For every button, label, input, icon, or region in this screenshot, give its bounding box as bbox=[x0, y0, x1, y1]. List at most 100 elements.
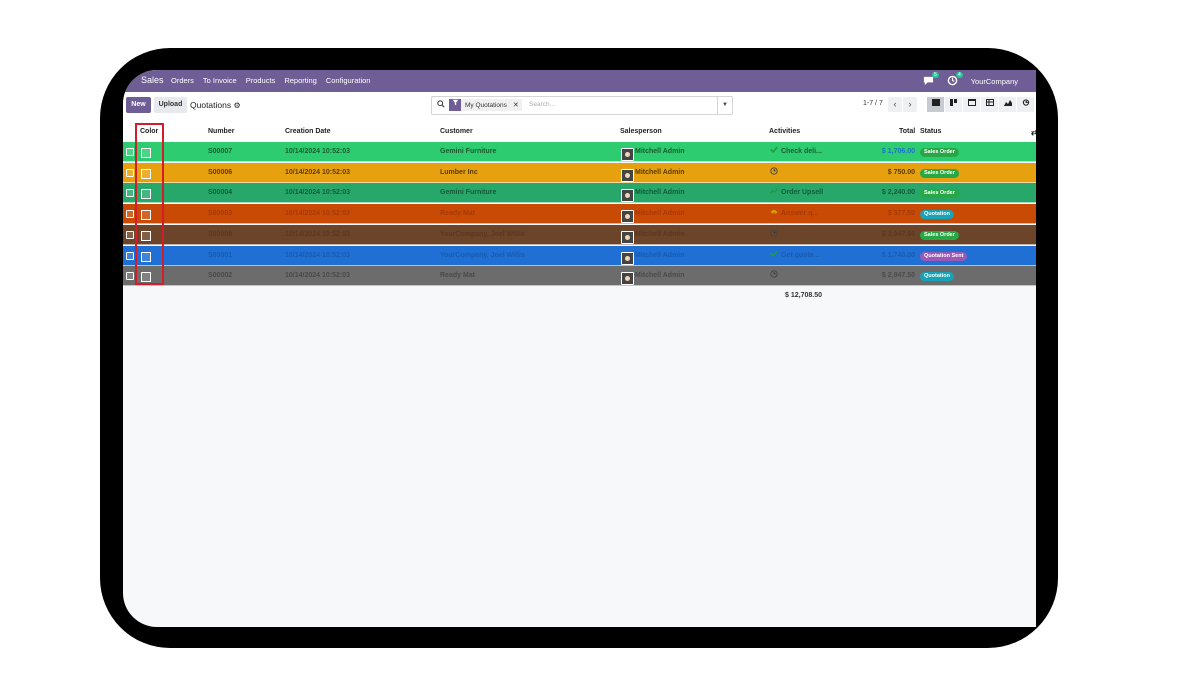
calendar-view-icon[interactable] bbox=[963, 97, 980, 112]
systray: 5 4 YourCompany bbox=[923, 72, 1018, 87]
row-checkbox[interactable] bbox=[126, 189, 134, 198]
messages-badge: 5 bbox=[931, 72, 939, 78]
creation-date: 10/14/2024 10:52:03 bbox=[285, 230, 350, 238]
customer-name: Ready Mat bbox=[440, 272, 476, 280]
creation-date: 10/14/2024 10:52:03 bbox=[285, 148, 350, 155]
row-checkbox[interactable] bbox=[126, 230, 134, 239]
company-switcher[interactable]: YourCompany bbox=[971, 77, 1018, 86]
optional-columns-icon[interactable]: ⇄ bbox=[1031, 128, 1036, 137]
check-icon[interactable] bbox=[770, 146, 778, 155]
table-row[interactable]: S00008 10/14/2024 10:52:03 YourCompany, Jo… bbox=[123, 224, 1036, 245]
customer-name: YourCompany, Joel Willis bbox=[440, 251, 525, 259]
row-checkbox[interactable] bbox=[126, 251, 134, 260]
main-menu: Orders To Invoice Products Reporting Con… bbox=[171, 76, 370, 85]
column-salesperson[interactable]: Salesperson bbox=[620, 128, 662, 135]
column-customer[interactable]: Customer bbox=[440, 128, 473, 135]
pager-previous-button[interactable]: ‹ bbox=[888, 97, 902, 112]
table-header: Color Number Creation Date Customer Sale… bbox=[123, 122, 1036, 142]
status-badge: Quotation Sent bbox=[920, 251, 968, 261]
order-total: $ 1,706.00 bbox=[881, 148, 915, 155]
order-number: S00007 bbox=[208, 148, 233, 155]
row-checkbox[interactable] bbox=[126, 148, 134, 156]
menu-products[interactable]: Products bbox=[246, 76, 276, 85]
table-row[interactable]: S00006 10/14/2024 10:52:03 Lumber Inc Mitch… bbox=[123, 162, 1036, 183]
status-badge: Sales Order bbox=[920, 189, 959, 199]
upload-button[interactable]: Upload bbox=[154, 97, 187, 113]
clock-icon[interactable] bbox=[770, 270, 778, 280]
sum-total: $ 12,708.50 bbox=[785, 292, 822, 299]
customer-name: Ready Mat bbox=[440, 210, 476, 218]
filter-icon bbox=[449, 99, 461, 111]
pager-next-button[interactable]: › bbox=[903, 97, 917, 112]
avatar[interactable] bbox=[621, 168, 634, 182]
creation-date: 10/14/2024 10:52:03 bbox=[285, 168, 350, 176]
order-total: $ 2,240.00 bbox=[881, 189, 915, 197]
activity-view-icon[interactable] bbox=[1017, 97, 1034, 112]
avatar[interactable] bbox=[621, 251, 634, 265]
messages-icon[interactable]: 5 bbox=[923, 72, 939, 87]
order-number: S00001 bbox=[208, 251, 233, 259]
page-title: Quotations bbox=[190, 100, 232, 110]
table-row[interactable]: S00001 10/14/2024 10:52:03 YourCompany, Jo… bbox=[123, 245, 1036, 266]
kanban-view-icon[interactable] bbox=[945, 97, 962, 112]
activities-icon[interactable]: 4 bbox=[947, 72, 963, 87]
status-badge: Sales Order bbox=[920, 230, 959, 240]
table-row[interactable]: S00007 10/14/2024 10:52:03 Gemini Furnitur… bbox=[123, 142, 1036, 162]
creation-date: 10/14/2024 10:52:03 bbox=[285, 272, 350, 280]
customer-name: Lumber Inc bbox=[440, 168, 478, 176]
creation-date: 10/14/2024 10:52:03 bbox=[285, 210, 350, 218]
avatar[interactable] bbox=[621, 210, 634, 224]
order-number: S00002 bbox=[208, 272, 233, 280]
clock-icon[interactable] bbox=[770, 229, 778, 239]
menu-configuration[interactable]: Configuration bbox=[326, 76, 371, 85]
menu-to-invoice[interactable]: To Invoice bbox=[203, 76, 237, 85]
salesperson-name: Mitchell Admin bbox=[635, 148, 685, 155]
table-row[interactable]: S00004 10/14/2024 10:52:03 Gemini Furnitur… bbox=[123, 183, 1036, 204]
salesperson-name: Mitchell Admin bbox=[635, 230, 685, 238]
table-row[interactable]: S00003 10/14/2024 10:52:03 Ready Mat Mitche… bbox=[123, 204, 1036, 225]
list-view-icon[interactable] bbox=[927, 97, 944, 112]
graph-view-icon[interactable] bbox=[999, 97, 1016, 112]
row-checkbox[interactable] bbox=[126, 210, 134, 219]
order-number: S00003 bbox=[208, 210, 233, 218]
top-navbar: Sales Orders To Invoice Products Reporti… bbox=[123, 70, 1036, 92]
search-input[interactable]: Search... bbox=[529, 101, 555, 108]
avatar[interactable] bbox=[621, 230, 634, 244]
status-badge: Sales Order bbox=[920, 148, 959, 157]
column-activities[interactable]: Activities bbox=[769, 128, 800, 135]
order-total: $ 2,947.50 bbox=[881, 230, 915, 238]
table-row[interactable]: S00002 10/14/2024 10:52:03 Ready Mat Mitche… bbox=[123, 266, 1036, 287]
app-screen: Sales Orders To Invoice Products Reporti… bbox=[123, 70, 1036, 627]
order-number: S00006 bbox=[208, 168, 233, 176]
creation-date: 10/14/2024 10:52:03 bbox=[285, 251, 350, 259]
avatar[interactable] bbox=[621, 272, 634, 286]
order-number: S00008 bbox=[208, 230, 233, 238]
menu-reporting[interactable]: Reporting bbox=[284, 76, 317, 85]
status-badge: Quotation bbox=[920, 272, 954, 282]
salesperson-name: Mitchell Admin bbox=[635, 168, 685, 176]
column-status[interactable]: Status bbox=[920, 128, 941, 135]
clock-icon[interactable] bbox=[770, 167, 778, 177]
column-creation-date[interactable]: Creation Date bbox=[285, 128, 331, 135]
pager-value[interactable]: 1-7 / 7 bbox=[863, 100, 883, 107]
avatar[interactable] bbox=[621, 148, 634, 161]
activity-summary: Answer q... bbox=[781, 210, 819, 218]
app-name[interactable]: Sales bbox=[141, 75, 164, 85]
column-number[interactable]: Number bbox=[208, 128, 234, 135]
chevron-down-icon[interactable]: ▼ bbox=[717, 97, 732, 114]
phone-icon[interactable] bbox=[770, 208, 778, 217]
order-total: $ 377.50 bbox=[887, 210, 915, 218]
gear-icon[interactable]: ⚙ bbox=[234, 101, 241, 110]
check-icon[interactable] bbox=[770, 250, 778, 259]
order-total: $ 1,740.00 bbox=[881, 251, 915, 259]
column-total[interactable]: Total bbox=[899, 128, 915, 135]
chart-icon[interactable] bbox=[769, 187, 779, 196]
row-checkbox[interactable] bbox=[126, 168, 134, 177]
pivot-view-icon[interactable] bbox=[981, 97, 998, 112]
close-icon[interactable]: ✕ bbox=[513, 101, 519, 109]
menu-orders[interactable]: Orders bbox=[171, 76, 194, 85]
filter-facet[interactable]: My Quotations ✕ bbox=[449, 99, 522, 111]
row-checkbox[interactable] bbox=[126, 272, 134, 281]
avatar[interactable] bbox=[621, 189, 634, 203]
new-button[interactable]: New bbox=[126, 97, 151, 113]
